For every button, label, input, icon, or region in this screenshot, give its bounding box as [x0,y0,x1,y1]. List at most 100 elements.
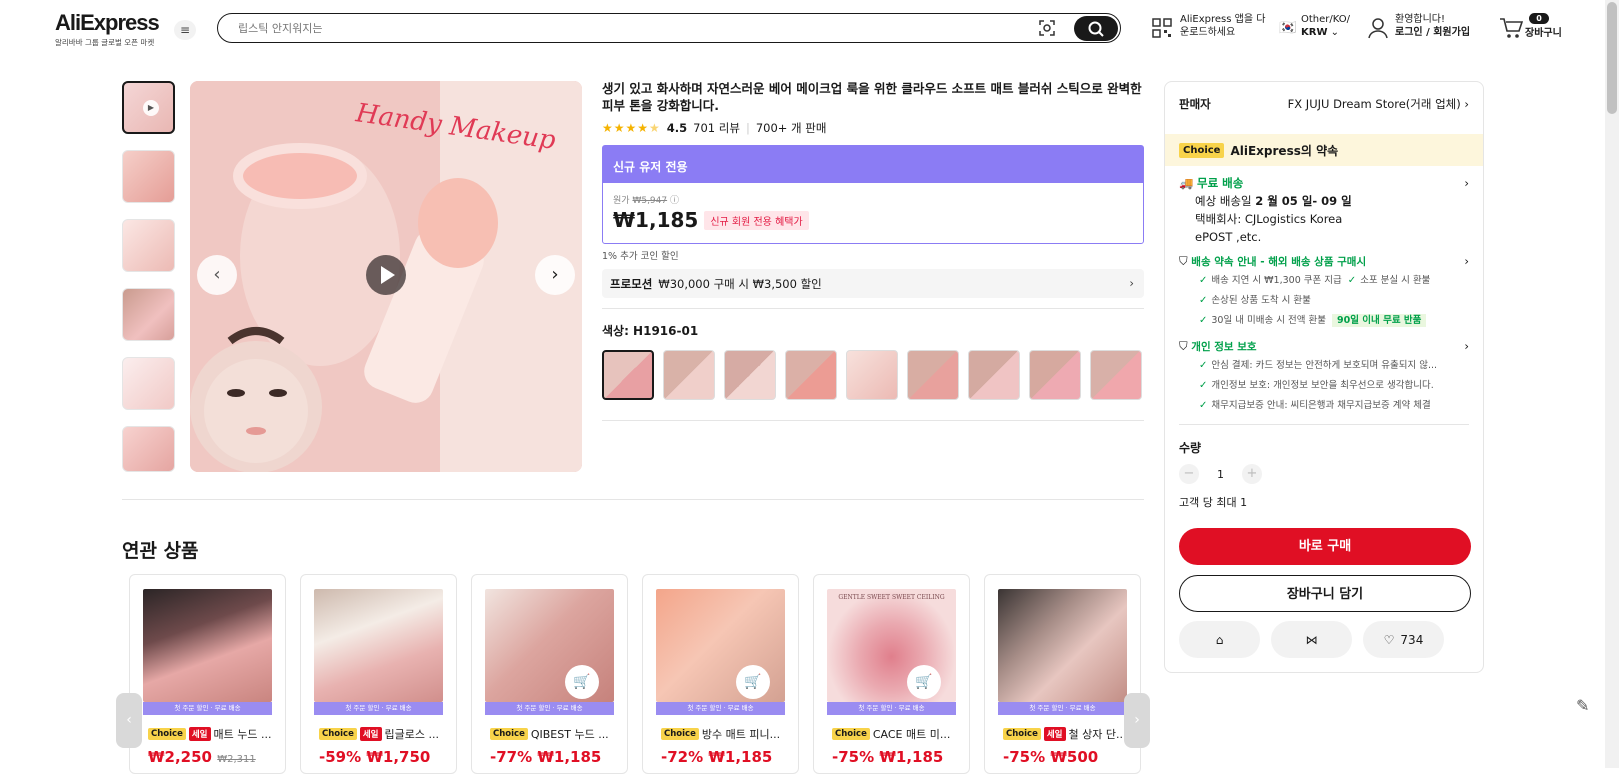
guarantee-1: 배송 지연 시 ₩1,300 쿠폰 지급 [1211,275,1342,286]
action-buttons: ⌂ ⋈ ♡ 734 [1179,621,1444,658]
image-prev-button[interactable]: ‹ [197,255,237,295]
image-next-button[interactable]: › [535,255,575,295]
check-icon: ✓ [1199,295,1208,306]
guarantee-4: 30일 내 미배송 시 전액 환불 [1211,315,1326,326]
product-card[interactable]: 첫 주문 할인 · 무료 배송 Choice 세일 립글로스 ... -59% ₩1… [300,574,457,774]
add-to-cart-button[interactable]: 장바구니 담기 [1179,575,1471,612]
color-swatch[interactable] [907,350,959,400]
purchase-panel: 판매자 FX JUJU Dream Store(거래 업체) › Choice … [1164,81,1484,673]
cart-label[interactable]: 장바구니 [1525,27,1562,40]
thumbnail-video[interactable]: ▶ [122,81,175,134]
thumbnail[interactable] [122,357,175,410]
delivery-date: 2 월 05 일- 09 일 [1255,194,1352,208]
card-image-text: GENTLE SWEET SWEET CEILING [838,594,945,601]
qty-decrease-button[interactable]: − [1179,464,1199,484]
review-count[interactable]: 701 리뷰 [693,120,740,136]
promo-band: 첫 주문 할인 · 무료 배송 [485,702,614,715]
thumbnail[interactable] [122,426,175,472]
color-swatch[interactable] [846,350,898,400]
heart-icon: ♡ [1383,632,1395,647]
edit-icon[interactable]: ✎ [1576,696,1598,718]
product-thumbnail [998,589,1127,702]
wishlist-button[interactable]: ♡ 734 [1363,621,1444,658]
cart-icon[interactable] [1499,17,1523,39]
color-swatch[interactable] [968,350,1020,400]
chevron-down-icon: ⌄ [1330,27,1340,38]
qty-increase-button[interactable]: + [1242,464,1262,484]
add-to-cart-icon[interactable]: 🛒 [907,665,941,699]
related-title: 연관 상품 [122,540,199,562]
qr-code-icon[interactable] [1152,18,1172,38]
seller-name[interactable]: FX JUJU Dream Store(거래 업체) [1288,97,1461,111]
login-link[interactable]: 환영합니다! 로그인 / 회원가입 [1395,13,1470,39]
app-download-link[interactable]: AliExpress 앱을 다 운로드하세요 [1180,13,1265,39]
product-card[interactable]: 첫 주문 할인 · 무료 배송 Choice 세일 철 상자 단... -75% ₩… [984,574,1141,774]
qty-value[interactable]: 1 [1217,468,1224,481]
color-swatch[interactable] [724,350,776,400]
product-card[interactable]: 🛒 첫 주문 할인 · 무료 배송 Choice 방수 매트 피니... -72%… [642,574,799,774]
scrollbar-thumb[interactable] [1607,2,1617,114]
video-play-button[interactable] [366,255,406,295]
thumbnail[interactable] [122,219,175,272]
guarantee-2: 소포 분실 시 환불 [1360,275,1431,286]
color-swatch[interactable] [1029,350,1081,400]
search-input[interactable] [238,19,1018,37]
color-swatch[interactable] [663,350,715,400]
add-to-cart-icon[interactable]: 🛒 [736,665,770,699]
free-return-tag: 90일 이내 무료 반품 [1332,314,1427,327]
guarantee-section[interactable]: ⛉ 배송 약속 안내 - 해외 배송 상품 구매시 › ✓ 배송 지연 시 ₩1,3… [1165,246,1483,331]
share-button[interactable]: ⋈ [1271,621,1352,658]
delivery-prefix: 예상 배송일 [1195,194,1252,208]
card-discount: -77% [490,748,533,766]
scrollbar[interactable] [1605,0,1619,768]
main-product-image[interactable]: Handy Makeup ‹ › [190,81,582,472]
logo-subtitle: 알리바바 그룹 글로벌 오픈 마켓 [55,38,155,47]
image-search-icon[interactable] [1038,19,1056,37]
add-to-cart-icon[interactable]: 🛒 [565,665,599,699]
choice-tag: Choice [148,728,186,740]
color-swatch[interactable] [785,350,837,400]
color-swatches [602,350,1144,400]
choice-tag: Choice [1179,142,1225,158]
rating-row[interactable]: ★★★★★ 4.5 701 리뷰 | 700+ 개 판매 [602,120,1144,136]
shipping-section[interactable]: 🚚 무료 배송 › 예상 배송일 2 월 05 일- 09 일 택배회사: CJL… [1165,166,1483,246]
thumbnail-list: ▶ [122,81,177,488]
product-card[interactable]: 🛒 첫 주문 할인 · 무료 배송 Choice QIBEST 누드 ... -7… [471,574,628,774]
share-icon: ⋈ [1305,632,1318,647]
choice-tag: Choice [490,728,528,740]
carousel-prev-button[interactable]: ‹ [116,693,142,748]
aliexpress-logo[interactable]: AliExpress 알리바바 그룹 글로벌 오픈 마켓 [55,10,160,48]
top-header: AliExpress 알리바바 그룹 글로벌 오픈 마켓 ≡ AliExpres… [0,0,1619,56]
chevron-right-icon: › [1129,276,1134,290]
new-user-price-box: 신규 유저 전용 원가 ₩5,947 ⓘ ₩1,185 신규 회원 전용 혜택가 [602,145,1144,244]
shield-icon: ⛉ [1179,254,1188,268]
color-swatch[interactable] [602,350,654,400]
thumbnail[interactable] [122,288,175,341]
carousel-next-button[interactable]: › [1124,693,1150,748]
original-price: ₩5,947 [632,196,668,206]
promo-band: 첫 주문 할인 · 무료 배송 [656,702,785,715]
quantity-section: 수량 − 1 + 고객 당 최대 1 [1165,439,1483,510]
color-swatch[interactable] [1090,350,1142,400]
check-icon: ✓ [1347,275,1357,286]
user-icon[interactable] [1368,17,1388,39]
product-card[interactable]: 첫 주문 할인 · 무료 배송 Choice 세일 매트 누드 ... ₩2,250… [129,574,286,774]
store-button[interactable]: ⌂ [1179,621,1260,658]
search-bar [217,13,1121,43]
seller-row[interactable]: 판매자 FX JUJU Dream Store(거래 업체) › [1165,82,1483,134]
thumbnail[interactable] [122,150,175,203]
promotion-bar[interactable]: 프로모션 ₩30,000 구매 시 ₩3,500 할인 › [602,269,1144,298]
rating-value: 4.5 [666,121,688,135]
chevron-left-icon: ‹ [126,712,132,728]
buy-now-button[interactable]: 바로 구매 [1179,528,1471,565]
info-icon[interactable]: ⓘ [670,196,679,206]
search-button[interactable] [1074,15,1118,41]
promo-band: 첫 주문 할인 · 무료 배송 [143,702,272,715]
menu-icon[interactable]: ≡ [174,20,196,40]
check-icon: ✓ [1199,380,1208,391]
product-card[interactable]: GENTLE SWEET SWEET CEILING 🛒 첫 주문 할인 · 무… [813,574,970,774]
locale-selector[interactable]: Other/KO/ KRW ⌄ [1301,13,1350,39]
card-name: QIBEST 누드 ... [530,728,609,741]
privacy-section[interactable]: ⛉ 개인 정보 보호 › ✓ 안심 결제: 카드 정보는 안전하게 보호되며 유출되… [1165,331,1483,416]
sold-count: 700+ 개 판매 [755,121,827,135]
